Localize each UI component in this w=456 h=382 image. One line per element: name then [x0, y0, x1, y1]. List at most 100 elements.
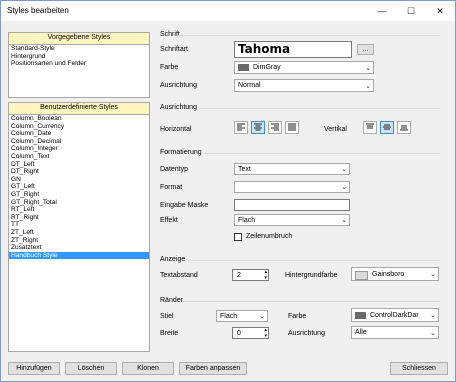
spacing-value: 2 [237, 271, 241, 279]
list-item[interactable]: RT_Right [9, 214, 149, 222]
spacing-label: Textabstand [160, 272, 198, 279]
effect-label: Effekt [160, 217, 178, 224]
border-color-label: Farbe [288, 313, 307, 320]
predefined-styles-header: Vorgegebene Styles [9, 33, 149, 45]
user-styles-list[interactable]: Benutzerdefinierte Styles Column_Boolean… [8, 102, 150, 352]
effect-value: Flach [238, 216, 256, 224]
chevron-down-icon: ⌄ [341, 184, 347, 191]
list-item[interactable]: Standard-Style [9, 45, 149, 53]
list-item[interactable]: Column_Date [9, 130, 149, 138]
list-item[interactable]: GN [9, 176, 149, 184]
datatype-select[interactable]: Text ⌄ [234, 163, 350, 175]
group-ausrichtung-title: Ausrichtung [160, 104, 197, 111]
group-schrift-title: Schrift [160, 31, 180, 38]
list-item[interactable]: GT_Right_Total [9, 199, 149, 207]
align-top-icon [366, 123, 374, 129]
list-item[interactable]: ZT_Right [9, 237, 149, 245]
list-item[interactable]: DT_Left [9, 161, 149, 169]
wrap-checkbox[interactable] [234, 233, 242, 241]
align-justify-button[interactable] [285, 121, 299, 134]
align-justify-icon [288, 123, 296, 131]
group-raender-line [183, 301, 440, 302]
list-item[interactable]: Positionsarten und Felder [9, 60, 149, 68]
align-left-button[interactable] [234, 121, 248, 134]
chevron-down-icon: ⌄ [341, 217, 347, 224]
maximize-icon[interactable]: ☐ [400, 4, 422, 18]
delete-button[interactable]: Löschen [65, 362, 117, 375]
bg-color-swatch [355, 270, 368, 280]
align-center-button[interactable] [251, 121, 265, 134]
align-right-icon [271, 123, 279, 131]
vertical-label: Vertikal [324, 126, 347, 133]
chevron-down-icon: ⌄ [365, 83, 371, 90]
align-center-icon [254, 123, 262, 131]
align-top-button[interactable] [363, 121, 377, 134]
list-item[interactable]: Hintergrund [9, 53, 149, 61]
group-anzeige-title: Anzeige [160, 256, 186, 263]
group-schrift-line [178, 35, 440, 36]
spin-icon[interactable]: ▴ ▾ [264, 327, 267, 339]
list-item[interactable]: Column_Currency [9, 123, 149, 131]
chevron-down-icon: ⌄ [430, 312, 436, 319]
list-item[interactable]: RT_Left [9, 206, 149, 214]
list-item[interactable]: Column_Integer [9, 145, 149, 153]
border-style-value: Flach [220, 312, 238, 320]
list-item[interactable]: Column_Boolean [9, 115, 149, 123]
format-label: Format [160, 184, 183, 191]
spacing-stepper[interactable]: 2 ▴ ▾ [232, 269, 269, 281]
datatype-label: Datentyp [160, 166, 189, 173]
list-item[interactable]: Column_Text [9, 153, 149, 161]
border-align-value: Alle [355, 329, 367, 336]
list-item[interactable]: Column_Decimal [9, 138, 149, 146]
border-color-swatch [355, 311, 366, 319]
mask-input[interactable] [234, 199, 350, 211]
bg-color-select[interactable]: Gainsboro ⌄ [351, 267, 439, 281]
chevron-down-icon: ⌄ [430, 271, 436, 278]
wrap-label: Zeilenumbruch [246, 233, 293, 240]
close-button[interactable]: Schliessen [390, 362, 448, 375]
predefined-styles-list[interactable]: Vorgegebene Styles Standard-Style Hinterg… [8, 32, 150, 98]
user-styles-header: Benutzerdefinierte Styles [9, 103, 149, 115]
align-middle-button[interactable] [380, 121, 394, 134]
datatype-value: Text [238, 165, 251, 173]
add-button[interactable]: Hinzufügen [8, 362, 60, 375]
mask-label: Eingabe Maske [160, 202, 209, 209]
list-item[interactable]: ZT_Left [9, 229, 149, 237]
group-raender-title: Ränder [160, 297, 183, 304]
list-item[interactable]: GT_Right [9, 191, 149, 199]
font-color-select[interactable]: DimGray ⌄ [234, 61, 374, 74]
group-formatierung-title: Formatierung [160, 149, 202, 156]
list-item[interactable]: GT_Left [9, 183, 149, 191]
align-middle-icon [383, 124, 391, 130]
list-item[interactable]: TT [9, 221, 149, 229]
chevron-down-icon: ⌄ [259, 313, 265, 320]
list-item[interactable]: DT_Right [9, 168, 149, 176]
adjust-colors-button[interactable]: Farben anpassen [179, 362, 247, 375]
close-icon[interactable]: ✕ [429, 4, 451, 18]
effect-select[interactable]: Flach ⌄ [234, 214, 350, 226]
minimize-icon[interactable]: — [371, 4, 393, 18]
font-color-swatch [238, 64, 249, 71]
list-item[interactable]: Handbuch Style [9, 251, 149, 260]
font-align-select[interactable]: Normal ⌄ [234, 79, 374, 92]
border-color-select[interactable]: ControlDarkDar ⌄ [351, 308, 439, 322]
border-align-select[interactable]: Alle ⌄ [351, 326, 439, 339]
font-color-label: Farbe [160, 64, 179, 71]
border-style-select[interactable]: Flach ⌄ [216, 310, 268, 322]
align-bottom-button[interactable] [397, 121, 411, 134]
font-field[interactable]: Tahoma [234, 41, 352, 58]
font-label: Schriftart [160, 46, 189, 53]
chevron-down-icon: ⌄ [430, 330, 436, 337]
font-align-label: Ausrichtung [160, 82, 197, 89]
spin-icon[interactable]: ▴ ▾ [264, 269, 267, 281]
clone-button[interactable]: Klonen [122, 362, 174, 375]
format-select[interactable]: ⌄ [234, 181, 350, 193]
align-right-button[interactable] [268, 121, 282, 134]
align-bottom-icon [400, 125, 408, 131]
font-align-value: Normal [238, 82, 261, 89]
border-width-label: Breite [160, 330, 179, 337]
chevron-down-icon: ⌄ [341, 166, 347, 173]
list-item[interactable]: Zusatztext [9, 244, 149, 252]
border-width-stepper[interactable]: 0 ▴ ▾ [232, 327, 269, 339]
font-browse-button[interactable]: ... [357, 44, 374, 55]
